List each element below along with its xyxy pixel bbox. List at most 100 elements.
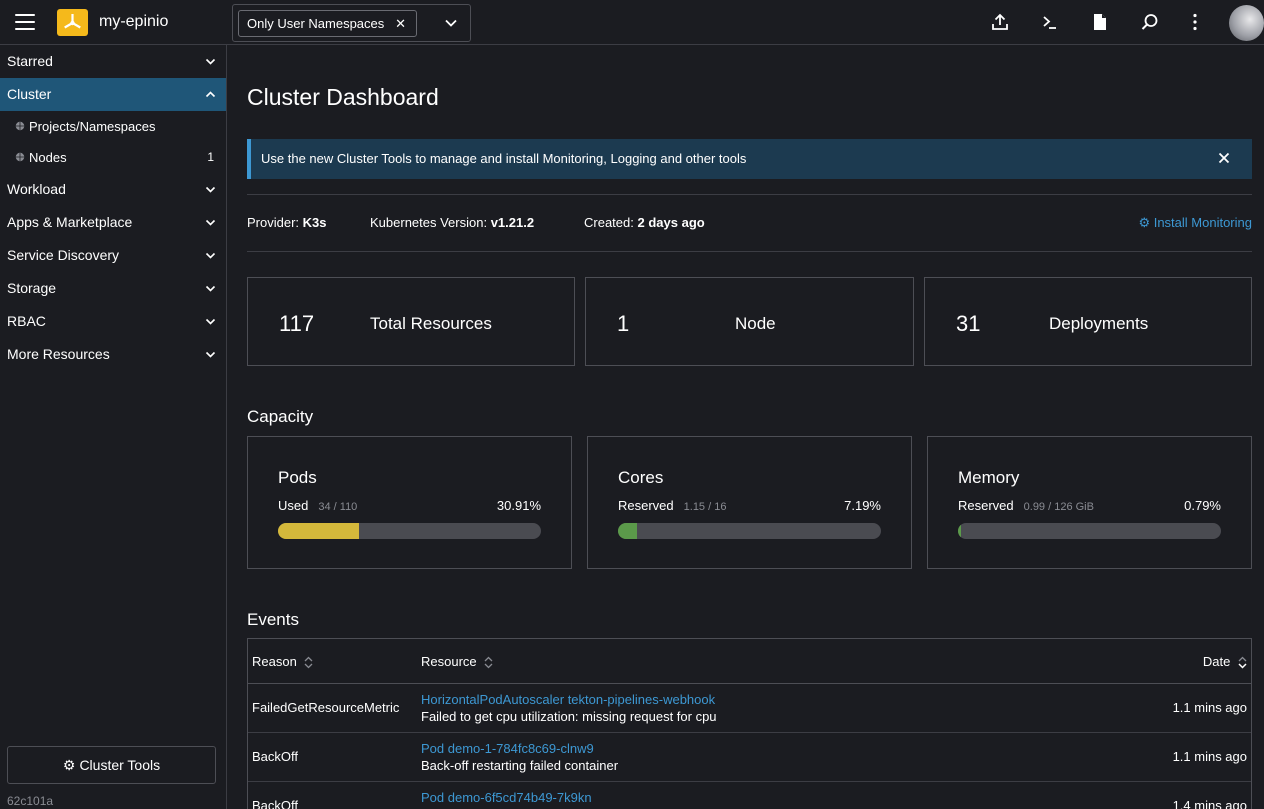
kubernetes-version-label: Kubernetes Version:	[370, 215, 488, 230]
sidebar-group-storage[interactable]: Storage	[0, 272, 226, 305]
file-icon[interactable]	[1090, 12, 1110, 32]
event-date: 1.1 mins ago	[1172, 749, 1247, 764]
namespace-chip[interactable]: Only User Namespaces ✕	[238, 10, 417, 37]
sidebar-group-label: Service Discovery	[7, 247, 120, 263]
sidebar-group-label: RBAC	[7, 313, 46, 329]
created-info: Created: 2 days ago	[584, 215, 705, 230]
capacity-card-label: Reserved 1.15 / 16	[618, 498, 726, 513]
event-date: 1.1 mins ago	[1172, 700, 1247, 715]
created-label: Created:	[584, 215, 634, 230]
sidebar-item-label: Projects/Namespaces	[29, 119, 156, 134]
sidebar-group-label: Cluster	[7, 86, 52, 102]
capacity-card-cores: Cores Reserved 1.15 / 16 7.19%	[587, 436, 912, 569]
close-icon[interactable]	[1218, 152, 1230, 164]
event-reason: FailedGetResourceMetric	[252, 700, 400, 715]
chevron-down-icon	[205, 58, 216, 65]
event-reason: BackOff	[252, 749, 299, 764]
count-label: Deployments	[1049, 314, 1149, 333]
install-monitoring-link[interactable]: ⚙ Install Monitoring	[1138, 215, 1252, 231]
search-icon[interactable]	[1140, 12, 1160, 32]
sidebar-group-service-discovery[interactable]: Service Discovery	[0, 239, 226, 272]
capacity-bar	[958, 523, 1221, 539]
column-header-reason[interactable]: Reason	[252, 654, 313, 669]
close-icon[interactable]: ✕	[395, 11, 406, 36]
table-row: FailedGetResourceMetric HorizontalPodAut…	[248, 684, 1251, 733]
sidebar-group-rbac[interactable]: RBAC	[0, 305, 226, 338]
column-header-label: Resource	[421, 654, 477, 669]
version-label: 62c101a	[7, 794, 54, 808]
capacity-bar-fill	[958, 523, 962, 539]
count-value: 1	[617, 311, 630, 336]
chevron-down-icon[interactable]	[444, 16, 458, 30]
cluster-tools-button[interactable]: ⚙ Cluster Tools	[7, 746, 216, 784]
terminal-icon[interactable]	[1040, 12, 1060, 32]
column-header-date[interactable]: Date	[1203, 654, 1247, 669]
event-resource-link[interactable]: HorizontalPodAutoscaler tekton-pipelines…	[421, 692, 715, 707]
capacity-card-pods: Pods Used 34 / 110 30.91%	[247, 436, 572, 569]
count-value: 117	[279, 311, 315, 336]
created-value: 2 days ago	[637, 215, 705, 230]
upload-icon[interactable]	[990, 12, 1010, 32]
user-avatar[interactable]	[1229, 5, 1264, 41]
chevron-down-icon	[205, 186, 216, 193]
chevron-down-icon	[205, 351, 216, 358]
kebab-menu-icon[interactable]	[1185, 12, 1205, 32]
gear-icon: ⚙	[62, 757, 76, 773]
sidebar-item-nodes[interactable]: Nodes 1	[0, 142, 226, 173]
sidebar-group-workload[interactable]: Workload	[0, 173, 226, 206]
capacity-card-memory: Memory Reserved 0.99 / 126 GiB 0.79%	[927, 436, 1252, 569]
capacity-detail: 34 / 110	[318, 501, 358, 513]
main-content: Cluster Dashboard Use the new Cluster To…	[247, 45, 1252, 809]
column-header-label: Reason	[252, 654, 297, 669]
event-reason: BackOff	[252, 798, 299, 809]
count-card-total-resources[interactable]: 117 Total Resources	[247, 277, 575, 366]
globe-icon	[15, 121, 25, 131]
capacity-label-text: Reserved	[958, 498, 1014, 513]
count-card-node[interactable]: 1 Node	[585, 277, 914, 366]
capacity-percent: 0.79%	[1184, 498, 1221, 513]
capacity-bar	[618, 523, 881, 539]
event-resource-link[interactable]: Pod demo-1-784fc8c69-clnw9	[421, 741, 594, 756]
banner-text: Use the new Cluster Tools to manage and …	[261, 151, 747, 166]
event-message: Failed to get cpu utilization: missing r…	[421, 709, 717, 724]
capacity-card-title: Cores	[618, 468, 664, 487]
sidebar-group-cluster[interactable]: Cluster	[0, 78, 226, 111]
sidebar-group-apps-marketplace[interactable]: Apps & Marketplace	[0, 206, 226, 239]
sidebar-group-label: More Resources	[7, 346, 110, 362]
sidebar-group-more-resources[interactable]: More Resources	[0, 338, 226, 371]
kubernetes-version-info: Kubernetes Version: v1.21.2	[370, 215, 534, 230]
count-label: Node	[735, 314, 776, 333]
count-value: 31	[956, 311, 981, 336]
divider	[247, 251, 1252, 252]
menu-icon[interactable]	[15, 14, 35, 30]
sidebar-item-projects-namespaces[interactable]: Projects/Namespaces	[0, 111, 226, 142]
divider	[247, 194, 1252, 195]
chevron-up-icon	[205, 91, 216, 98]
count-card-deployments[interactable]: 31 Deployments	[924, 277, 1252, 366]
capacity-bar-fill	[278, 523, 360, 539]
info-banner: Use the new Cluster Tools to manage and …	[247, 139, 1252, 179]
event-date: 1.4 mins ago	[1172, 798, 1247, 809]
column-header-resource[interactable]: Resource	[421, 654, 493, 669]
capacity-percent: 7.19%	[844, 498, 881, 513]
capacity-bar	[278, 523, 541, 539]
cluster-tools-label: Cluster Tools	[79, 757, 161, 773]
namespace-filter[interactable]: Only User Namespaces ✕	[232, 4, 471, 42]
table-row: BackOff Pod demo-6f5cd74b49-7k9kn 1.4 mi…	[248, 782, 1251, 809]
namespace-chip-label: Only User Namespaces	[247, 16, 385, 31]
top-bar: my-epinio Only User Namespaces ✕	[0, 0, 1264, 45]
capacity-card-label: Reserved 0.99 / 126 GiB	[958, 498, 1094, 513]
chevron-down-icon	[205, 252, 216, 259]
page-title: Cluster Dashboard	[247, 84, 439, 110]
capacity-card-title: Pods	[278, 468, 317, 487]
sidebar-group-starred[interactable]: Starred	[0, 45, 226, 78]
event-resource-link[interactable]: Pod demo-6f5cd74b49-7k9kn	[421, 790, 592, 805]
sort-icon	[484, 656, 493, 669]
sidebar: Starred Cluster Projects/Namespaces Node…	[0, 45, 227, 809]
provider-info: Provider: K3s	[247, 215, 327, 230]
capacity-percent: 30.91%	[496, 498, 541, 513]
capacity-card-label: Used 34 / 110	[278, 498, 357, 513]
install-monitoring-label: Install Monitoring	[1153, 215, 1252, 230]
events-table: Reason Resource Date FailedGetResourceMe…	[247, 638, 1252, 809]
capacity-title: Capacity	[247, 407, 314, 426]
